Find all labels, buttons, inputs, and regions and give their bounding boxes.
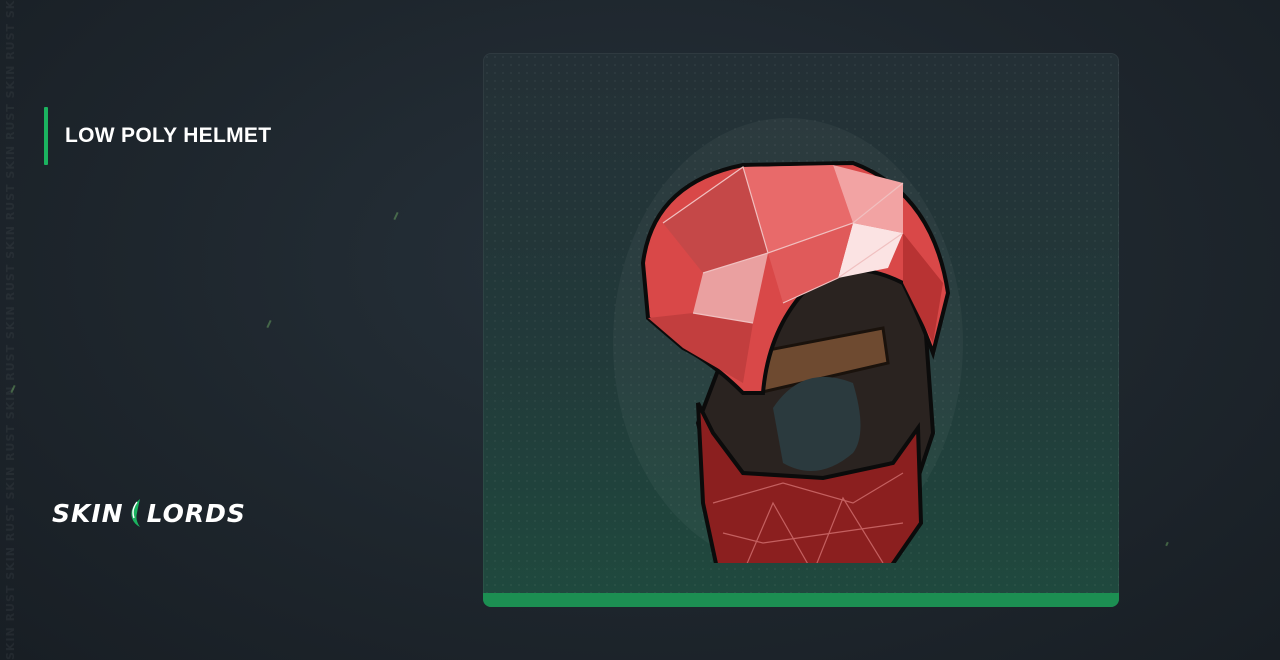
logo-text-right: LORDS	[146, 498, 246, 528]
rarity-bar	[483, 593, 1119, 607]
green-blade-icon	[130, 499, 140, 527]
title-accent-bar	[44, 107, 48, 165]
logo-text-left: SKIN	[52, 498, 124, 528]
item-title: LOW POLY HELMET	[65, 124, 272, 147]
background-watermark: SKIN RUST SKIN RUST SKIN RUST SKIN RUST …	[4, 0, 17, 660]
background-speck	[1165, 541, 1169, 547]
background-speck	[393, 211, 399, 221]
background-speck	[266, 319, 272, 329]
item-card	[483, 53, 1119, 607]
skinlords-logo: SKIN LORDS	[52, 498, 246, 528]
item-title-block: LOW POLY HELMET	[44, 107, 271, 165]
red-low-poly-helmet-icon	[613, 118, 963, 563]
